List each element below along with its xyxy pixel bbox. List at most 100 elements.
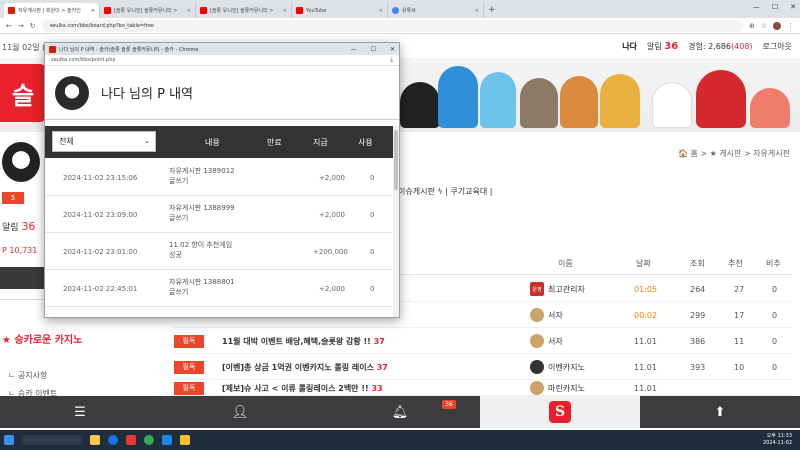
windows-start-icon[interactable] [4,435,14,445]
post-views: 264 [690,284,706,294]
close-window-icon[interactable]: ✕ [390,46,395,53]
point-row: 2024-11-02 23:09:00 자유게시판 1388999 글쓰기 +2,… [45,197,395,233]
browser-tab[interactable]: 자유게시판 | 회원이 > 슬카인 ✕ [4,3,100,18]
sidebar-alarm[interactable]: 알림 36 [2,220,35,233]
youtube-favicon-icon [104,7,111,14]
file-explorer-icon[interactable] [90,435,100,445]
url-input[interactable]: seulka.com/bbs/board.php?bo_table=free [41,19,743,32]
post-nonrecommend: 0 [772,336,778,346]
tab-label: 유튜브 [402,8,416,14]
point-date: 2024-11-02 23:01:00 [63,248,138,256]
browser-tab[interactable]: YouTube ✕ [292,3,388,18]
site-logo[interactable]: 슬 [0,64,46,122]
back-icon[interactable]: ← [6,22,12,30]
category-links[interactable]: 이슈게시판 ϟ | 쿠기교육대 | [398,186,492,197]
close-icon[interactable]: ✕ [379,8,383,14]
sidebar-button[interactable] [0,267,48,289]
close-icon[interactable]: ✕ [283,8,287,14]
browser-tab[interactable]: 유튜브 ✕ [388,3,484,18]
translate-icon[interactable]: ⊕ [749,22,755,30]
globe-favicon-icon [392,7,399,14]
author-name: 최고관리자 [548,284,585,294]
point-row: 2024-11-02 23:01:00 11.02 향이 추천게임 성공 +200… [45,234,395,270]
browser-tab[interactable]: [슬롯 유니언] 슬롯커뮤니티 > ✕ [196,3,292,18]
system-clock[interactable]: 오후 11:33 2024-11-02 [763,433,792,447]
maximize-icon[interactable]: ☐ [772,3,778,11]
casino-avatar-icon [530,360,544,374]
table-row[interactable]: 필독 11월 대박 이벤트 배당,혜택,슬롯왕 감황 !! 37 서자 11.0… [172,329,792,354]
popup-scrollbar[interactable] [393,126,399,317]
table-row[interactable]: 필독 [이벤]총 상금 1억권 이벤카지노 롤링 레이스 37 이벤카지노 11… [172,355,792,380]
filter-select[interactable]: 전체 ⌄ [52,131,156,152]
minimize-icon[interactable]: — [753,3,760,11]
download-icon[interactable]: ⤓ [390,56,393,64]
minimize-icon[interactable]: — [351,46,357,53]
point-content-line1: 11.02 향이 추천게임 [169,241,233,249]
chrome-icon[interactable] [144,435,154,445]
point-use: 0 [370,174,375,182]
close-icon[interactable]: ✕ [91,8,95,14]
sidebar-item-notice[interactable]: ㄴ 공지사항 [8,370,47,381]
person-icon: 👤︎ [231,404,249,420]
col-content: 내용 [205,138,220,147]
author-name: 서자 [548,310,563,320]
edge-browser-icon[interactable] [108,435,118,445]
post-date: 00:02 [634,310,658,320]
sidebar-point[interactable]: P 10,731 [2,246,37,255]
new-tab-icon[interactable]: + [488,5,496,15]
menu-dots-icon[interactable]: ⋮ [787,22,794,30]
post-date: 01:05 [634,284,658,294]
notification-button[interactable]: 🔔︎ 36 [320,396,480,428]
notice-tag: 필독 [174,360,204,374]
scroll-top-button[interactable]: ⬆︎ [640,396,800,428]
chevron-down-icon: ⌄ [144,137,150,145]
arrow-up-icon: ⬆︎ [714,404,726,420]
forward-icon[interactable]: → [18,22,24,30]
post-date: 11.01 [634,383,657,393]
tab-label: YouTube [306,7,327,14]
post-title[interactable]: 11월 대박 이벤트 배당,혜택,슬롯왕 감황 !! 37 [222,336,385,347]
filter-value: 전체 [59,137,74,146]
profile-avatar[interactable] [773,21,781,30]
browser-tab[interactable]: [슬롯 유니언] 슬롯커뮤니티 > ✕ [100,3,196,18]
exp-info: 경험: 2,686(408) [688,41,752,52]
point-content: 자유게시판 1388999 글쓰기 [169,203,235,223]
bookmark-star-icon[interactable]: ☆ [761,22,767,30]
taskbar-search[interactable] [22,435,82,445]
app-icon[interactable] [162,435,172,445]
alarm-link[interactable]: 알림 36 [647,41,678,52]
table-row[interactable]: 필독 [제보]슈 사고 < 이류 롤링레이스 2백만 !! 33 마린카지노 1… [172,381,792,396]
menu-button[interactable]: ☰ [0,396,160,428]
col-name: 이름 [558,259,573,268]
logout-link[interactable]: 로그아웃 [763,41,792,52]
popup-heading: 나다 님의 P 내역 [101,87,193,102]
user-name[interactable]: 나다 [622,41,637,52]
post-recommend: 17 [734,310,745,320]
admin-badge-icon: 운영 [530,282,544,296]
point-date: 2024-11-02 23:09:00 [63,211,138,219]
reload-icon[interactable]: ↻ [30,22,36,30]
app-icon[interactable] [180,435,190,445]
close-window-icon[interactable]: ✕ [790,3,796,11]
scrollbar-thumb[interactable] [394,130,398,190]
notice-tag: 필독 [174,334,204,348]
home-logo-button[interactable]: S [480,396,640,428]
site-s-logo-icon: S [549,401,571,423]
post-title[interactable]: [제보]슈 사고 < 이류 롤링레이스 2백만 !! 33 [222,383,383,394]
bell-icon: 🔔︎ [391,404,409,420]
close-icon[interactable]: ✕ [475,8,479,14]
user-avatar[interactable] [2,142,40,182]
close-icon[interactable]: ✕ [187,8,191,14]
casino-avatar-icon [530,381,544,395]
hamburger-menu-icon: ☰ [74,404,86,420]
profile-button[interactable]: 👤︎ [160,396,320,428]
point-row: 2024-11-02 22:45:01 자유게시판 1388801 글쓰기 +2,… [45,271,395,307]
post-title[interactable]: [이벤]총 상금 1억권 이벤카지노 롤링 레이스 37 [222,362,388,373]
maximize-icon[interactable]: ☐ [371,46,376,53]
col-expire: 만료 [267,138,282,147]
author-name: 마린카지노 [548,383,585,393]
comment-count: 33 [371,383,383,393]
point-content-line2: 글쓰기 [169,288,189,296]
app-icon[interactable] [126,435,136,445]
clock-date: 2024-11-02 [762,440,792,446]
